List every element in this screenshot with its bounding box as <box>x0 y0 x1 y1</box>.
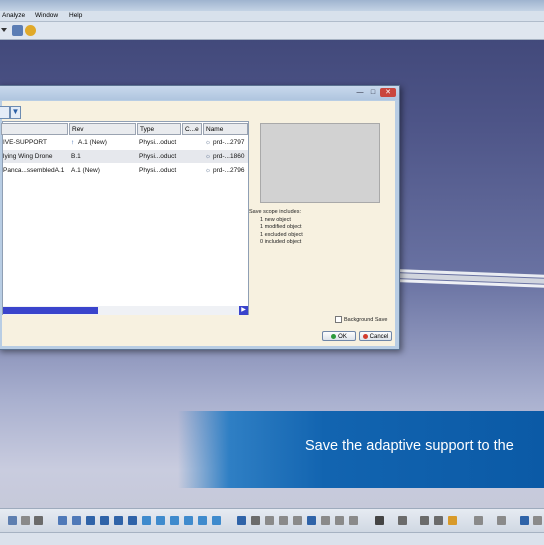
tools-icon[interactable] <box>25 25 36 36</box>
table-row[interactable]: Panca...ssembledA.1 A.1 (New) Physi...od… <box>3 164 248 177</box>
new-arrow-icon: ↑ <box>71 139 75 146</box>
product-icon: ☼ <box>205 153 211 160</box>
fit-all-icon[interactable] <box>58 516 67 525</box>
menu-window[interactable]: Window <box>35 12 58 19</box>
section-icon[interactable] <box>279 516 288 525</box>
shading-icon[interactable] <box>184 516 193 525</box>
dropdown-icon[interactable] <box>533 516 542 525</box>
chain-icon[interactable] <box>520 516 529 525</box>
edit-icon[interactable] <box>12 25 23 36</box>
hide-show-icon[interactable] <box>198 516 207 525</box>
update-icon[interactable] <box>307 516 316 525</box>
scope-heading: Save scope includes: <box>249 209 301 215</box>
gear-icon[interactable] <box>21 516 30 525</box>
camera-icon[interactable] <box>375 516 384 525</box>
align-icon[interactable] <box>420 516 429 525</box>
tree-icon[interactable] <box>8 516 17 525</box>
column-header-c[interactable]: C...e <box>182 123 202 135</box>
ok-button[interactable]: OK <box>322 331 356 341</box>
product-icon: ☼ <box>205 139 211 146</box>
cancel-icon <box>362 333 368 339</box>
caption-text: Save the adaptive support to the <box>305 438 514 454</box>
ok-label: OK <box>338 334 347 340</box>
bottom-toolbar <box>0 508 544 533</box>
table-row[interactable]: IVE-SUPPORT ↑ A.1 (New) Physi...oduct ☼ … <box>3 136 248 149</box>
window-caption-strip <box>0 0 544 11</box>
measure-icon[interactable] <box>265 516 274 525</box>
row-name: prd-...2796 <box>213 167 245 174</box>
scroll-right-icon[interactable]: ▶ <box>239 306 248 315</box>
status-bar <box>0 532 544 545</box>
product-icon: ☼ <box>205 167 211 174</box>
row-rev: B.1 <box>71 153 81 160</box>
column-header-object[interactable] <box>1 123 68 135</box>
rotate-icon[interactable] <box>100 516 109 525</box>
swap-visible-icon[interactable] <box>212 516 221 525</box>
dialog-title-bar[interactable]: — □ ✕ <box>0 86 399 100</box>
scope-line: 0 included object <box>260 239 302 245</box>
ok-icon <box>331 333 337 339</box>
row-type: Physi...oduct <box>139 167 177 174</box>
close-button[interactable]: ✕ <box>380 88 396 97</box>
cancel-label: Cancel <box>369 334 389 340</box>
menu-help[interactable]: Help <box>69 12 82 19</box>
zoom-area-icon[interactable] <box>72 516 81 525</box>
list-view-icon[interactable] <box>0 106 10 119</box>
background-save-label: Background Save <box>344 316 388 323</box>
menu-analyze[interactable]: Analyze <box>2 12 25 19</box>
save-objects-table: Rev Type C...e Name IVE-SUPPORT ↑ A.1 (N… <box>1 121 249 315</box>
zoom-out-icon[interactable] <box>128 516 137 525</box>
column-header-name[interactable]: Name <box>203 123 248 135</box>
row-item: Panca...ssembledA.1 <box>3 167 65 174</box>
row-name: prd-...1860 <box>213 153 245 160</box>
scrollbar-thumb[interactable] <box>3 307 98 314</box>
row-item: IVE-SUPPORT <box>3 139 47 146</box>
row-name: prd-...2797 <box>213 139 245 146</box>
column-header-type[interactable]: Type <box>137 123 181 135</box>
compass-icon[interactable] <box>251 516 260 525</box>
select-icon[interactable] <box>237 516 246 525</box>
clash-icon[interactable] <box>497 516 506 525</box>
minimize-button[interactable]: — <box>354 88 366 97</box>
column-header-rev[interactable]: Rev <box>69 123 136 135</box>
checkbox-icon[interactable] <box>335 316 342 323</box>
row-rev: A.1 (New) <box>78 139 107 146</box>
quick-view-icon[interactable] <box>156 516 165 525</box>
pan-icon[interactable] <box>86 516 95 525</box>
dropdown-arrow-icon[interactable] <box>1 28 7 32</box>
background-save-checkbox[interactable]: Background Save <box>335 316 387 323</box>
table-row[interactable]: lying Wing Drone B.1 Physi...oduct ☼ prd… <box>3 150 248 163</box>
row-item: lying Wing Drone <box>3 153 53 160</box>
save-management-dialog: — □ ✕ ▼ Rev Type C...e Name IVE-SUPPORT … <box>0 85 400 350</box>
maximize-button[interactable]: □ <box>367 88 379 97</box>
cancel-button[interactable]: Cancel <box>359 331 392 341</box>
copy-icon[interactable] <box>321 516 330 525</box>
tutorial-caption-banner: Save the adaptive support to the <box>178 411 544 488</box>
scope-line: 1 new object <box>260 216 291 223</box>
analysis-icon[interactable] <box>474 516 483 525</box>
row-type: Physi...oduct <box>139 153 177 160</box>
horizontal-scrollbar[interactable]: ▶ <box>3 306 248 315</box>
fix-icon[interactable] <box>434 516 443 525</box>
zoom-in-icon[interactable] <box>114 516 123 525</box>
iso-view-icon[interactable] <box>170 516 179 525</box>
row-type: Physi...oduct <box>139 139 177 146</box>
filter-icon[interactable]: ▼ <box>10 106 21 119</box>
filter-icon[interactable] <box>34 516 43 525</box>
menu-bar: Analyze Window Help <box>0 11 544 22</box>
scope-line: 1 modified object <box>260 224 302 230</box>
scene-icon[interactable] <box>293 516 302 525</box>
save-scope-summary: Save scope includes: 1 new object 1 modi… <box>249 209 303 247</box>
preview-pane <box>260 123 380 203</box>
top-toolbar <box>0 22 544 40</box>
lock-icon[interactable] <box>448 516 457 525</box>
row-rev: A.1 (New) <box>71 167 100 174</box>
scope-line: 1 excluded object <box>260 231 303 238</box>
normal-view-icon[interactable] <box>142 516 151 525</box>
product-icon[interactable] <box>349 516 358 525</box>
dialog-client-area: ▼ Rev Type C...e Name IVE-SUPPORT ↑ A.1 … <box>0 101 395 346</box>
dialog-mini-toolbar: ▼ <box>0 106 22 120</box>
constraint-icon[interactable] <box>398 516 407 525</box>
paste-icon[interactable] <box>335 516 344 525</box>
